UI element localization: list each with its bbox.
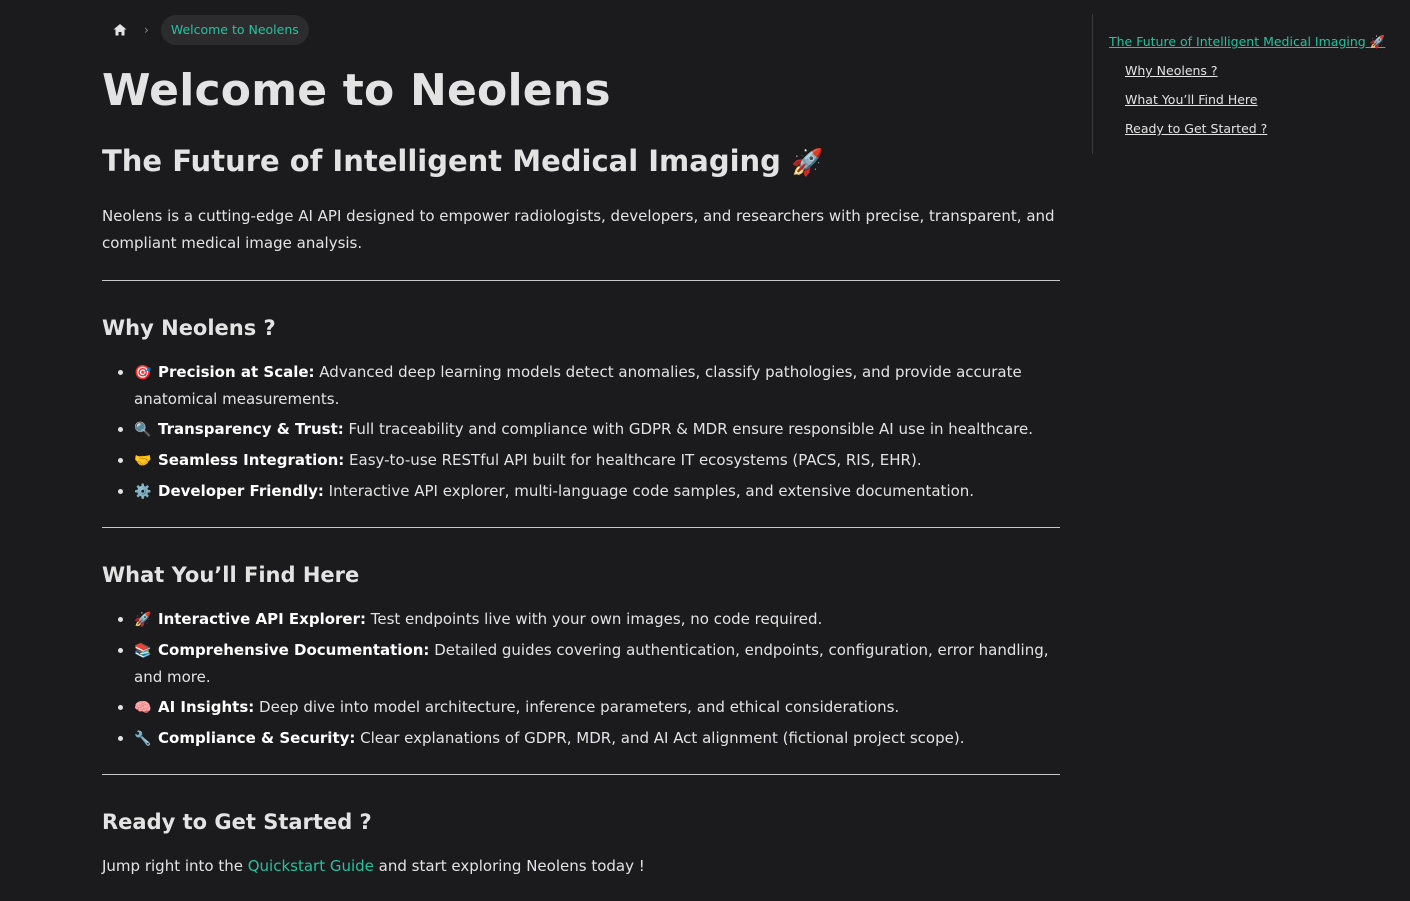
list-item-label: Interactive API Explorer: bbox=[158, 610, 366, 628]
toc-item-why[interactable]: Why Neolens ? bbox=[1125, 63, 1218, 78]
intro-paragraph: Neolens is a cutting-edge AI API designe… bbox=[102, 207, 1055, 252]
target-icon: 🎯 bbox=[134, 365, 152, 381]
page-title: Welcome to Neolens bbox=[102, 65, 611, 116]
list-item-label: Transparency & Trust: bbox=[158, 420, 344, 438]
list-item-label: Precision at Scale: bbox=[158, 363, 315, 381]
toc-item-ready[interactable]: Ready to Get Started ? bbox=[1125, 121, 1267, 136]
breadcrumb: › Welcome to Neolens bbox=[102, 15, 1060, 45]
wrench-icon: 🔧 bbox=[134, 731, 152, 747]
list-item-label: Seamless Integration: bbox=[158, 451, 345, 469]
list-item-text: Full traceability and compliance with GD… bbox=[343, 420, 1034, 438]
section-heading-future: The Future of Intelligent Medical Imagin… bbox=[102, 141, 1060, 183]
list-item: 🔧 Compliance & Security: Clear explanatio… bbox=[134, 725, 1060, 752]
divider bbox=[102, 774, 1060, 775]
ready-paragraph: Jump right into the Quickstart Guide and… bbox=[102, 853, 1060, 880]
magnifier-icon: 🔍 bbox=[134, 422, 152, 438]
section-heading-future-text: The Future of Intelligent Medical Imagin… bbox=[102, 144, 781, 178]
quickstart-guide-link[interactable]: Quickstart Guide bbox=[248, 857, 374, 875]
list-item-label: Developer Friendly: bbox=[158, 482, 324, 500]
list-item-text: Clear explanations of GDPR, MDR, and AI … bbox=[355, 729, 965, 747]
rocket-icon: 🚀 bbox=[134, 612, 152, 628]
ready-text-before: Jump right into the bbox=[102, 857, 248, 875]
toc-item-find[interactable]: What You’ll Find Here bbox=[1125, 92, 1257, 107]
list-item: 🧠 AI Insights: Deep dive into model archi… bbox=[134, 694, 1060, 721]
list-item-text: Interactive API explorer, multi-language… bbox=[323, 482, 975, 500]
section-heading-why: Why Neolens ? bbox=[102, 316, 276, 340]
breadcrumb-current: Welcome to Neolens bbox=[160, 15, 309, 45]
rocket-icon: 🚀 bbox=[791, 148, 824, 178]
list-item-text: Easy-to-use RESTful API built for health… bbox=[344, 451, 922, 469]
list-item: 📚Comprehensive Documentation: Detailed g… bbox=[134, 637, 1060, 690]
list-item-text: Deep dive into model architecture, infer… bbox=[254, 698, 900, 716]
brain-icon: 🧠 bbox=[134, 700, 152, 716]
breadcrumb-separator: › bbox=[144, 23, 149, 37]
toc-item-future[interactable]: The Future of Intelligent Medical Imagin… bbox=[1109, 34, 1385, 50]
list-item-text: Test endpoints live with your own images… bbox=[365, 610, 823, 628]
list-item: 🎯Precision at Scale: Advanced deep learn… bbox=[134, 359, 1060, 412]
main-content: › Welcome to Neolens Welcome to Neolens … bbox=[102, 0, 1060, 901]
handshake-icon: 🤝 bbox=[134, 453, 152, 469]
divider bbox=[102, 280, 1060, 281]
ready-text-after: and start exploring Neolens today ! bbox=[373, 857, 645, 875]
table-of-contents: The Future of Intelligent Medical Imagin… bbox=[1092, 14, 1393, 154]
section-heading-find: What You’ll Find Here bbox=[102, 563, 360, 587]
divider bbox=[102, 527, 1060, 528]
list-item-label: Compliance & Security: bbox=[158, 729, 356, 747]
list-item: 🤝 Seamless Integration: Easy-to-use RESTf… bbox=[134, 447, 1060, 474]
section-heading-ready: Ready to Get Started ? bbox=[102, 810, 372, 834]
list-item-label: AI Insights: bbox=[158, 698, 255, 716]
books-icon: 📚 bbox=[134, 643, 152, 659]
list-item: ⚙️ Developer Friendly: Interactive API ex… bbox=[134, 478, 1060, 505]
list-item: 🚀 Interactive API Explorer: Test endpoint… bbox=[134, 606, 1060, 633]
gear-icon: ⚙️ bbox=[134, 484, 152, 500]
list-item-label: Comprehensive Documentation: bbox=[158, 641, 430, 659]
list-item: 🔍 Transparency & Trust: Full traceability… bbox=[134, 416, 1060, 443]
find-list: 🚀 Interactive API Explorer: Test endpoint… bbox=[102, 606, 1060, 752]
why-list: 🎯Precision at Scale: Advanced deep learn… bbox=[102, 359, 1060, 505]
home-icon[interactable] bbox=[112, 22, 128, 38]
docs-page: › Welcome to Neolens Welcome to Neolens … bbox=[0, 0, 1410, 901]
